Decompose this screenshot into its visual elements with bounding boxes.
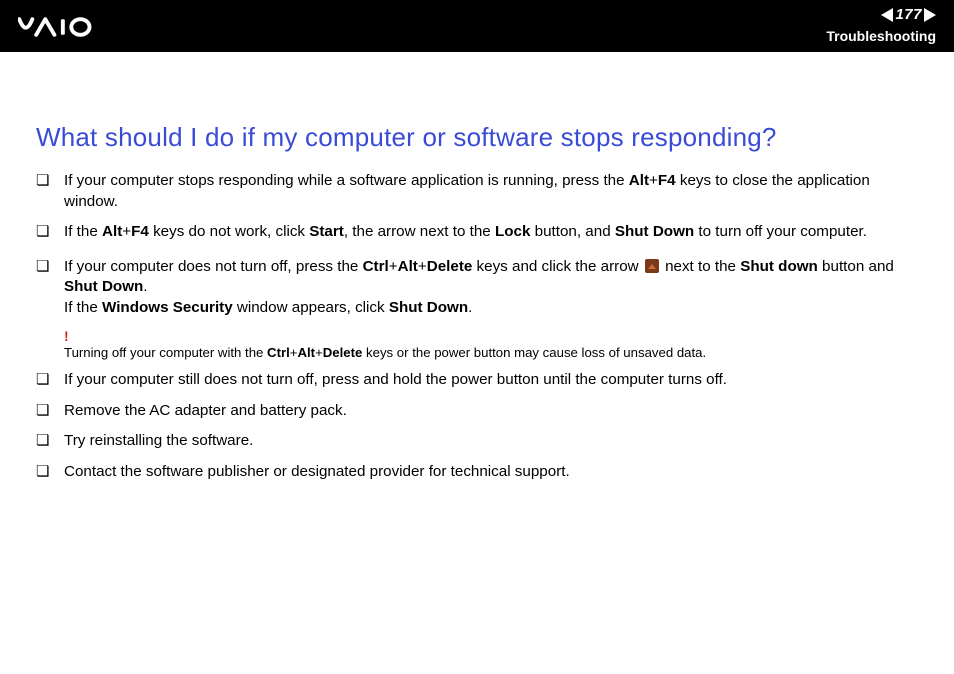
list-item: Try reinstalling the software.	[36, 431, 918, 452]
list-item: Contact the software publisher or design…	[36, 462, 918, 483]
warning-text: Turning off your computer with the Ctrl+…	[64, 345, 706, 360]
header-bar: 177 Troubleshooting	[0, 0, 954, 52]
section-label: Troubleshooting	[826, 28, 936, 44]
page-title: What should I do if my computer or softw…	[36, 122, 918, 153]
bullet-list-2: If your computer still does not turn off…	[36, 370, 918, 482]
page-nav: 177	[881, 6, 936, 23]
list-item: Remove the AC adapter and battery pack.	[36, 401, 918, 422]
vaio-logo	[18, 14, 122, 40]
page-body: What should I do if my computer or softw…	[0, 52, 954, 482]
list-item: If the Alt+F4 keys do not work, click St…	[36, 222, 918, 243]
warning-icon: !	[64, 328, 918, 344]
list-item: If your computer does not turn off, pres…	[36, 257, 918, 319]
bullet-list: If your computer stops responding while …	[36, 171, 918, 318]
page-number: 177	[895, 6, 922, 23]
warning-note: ! Turning off your computer with the Ctr…	[64, 328, 918, 362]
list-item: If your computer still does not turn off…	[36, 370, 918, 391]
prev-page-arrow-icon[interactable]	[881, 8, 893, 22]
shutdown-arrow-icon	[645, 259, 659, 273]
next-page-arrow-icon[interactable]	[924, 8, 936, 22]
list-item: If your computer stops responding while …	[36, 171, 918, 212]
